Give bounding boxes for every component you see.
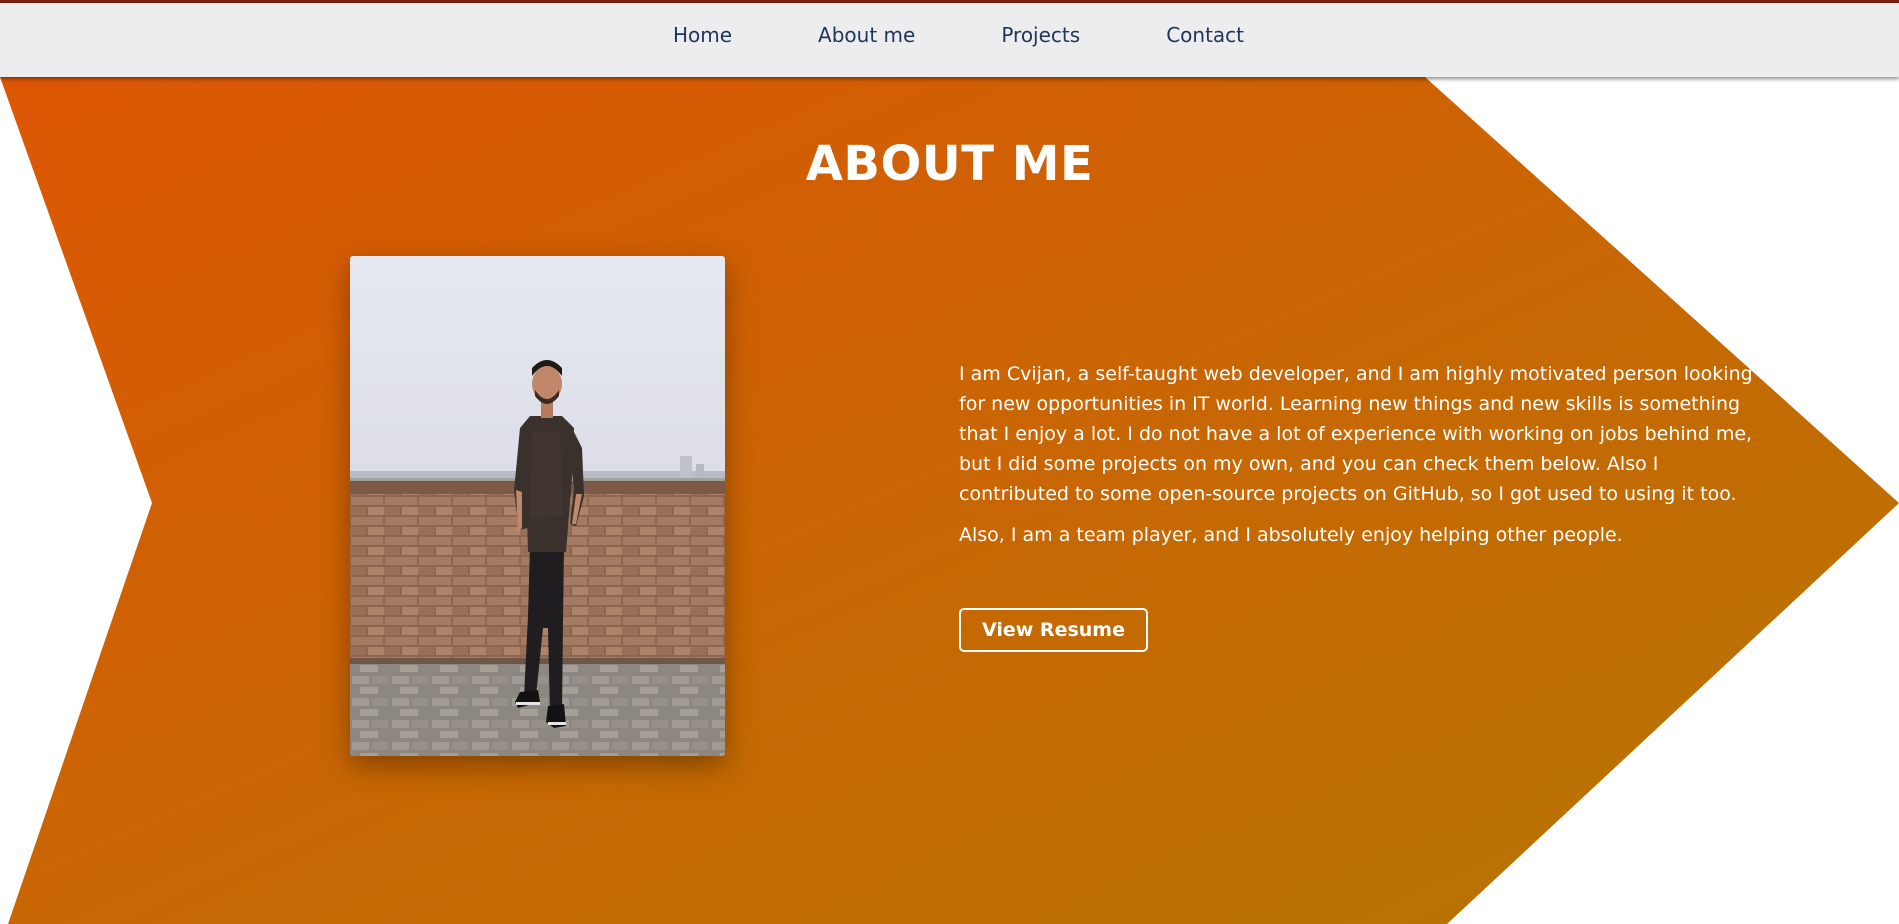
nav-link-projects[interactable]: Projects: [1001, 23, 1080, 47]
nav-link-home[interactable]: Home: [673, 23, 732, 47]
profile-photo-illustration: [350, 256, 725, 756]
page: Home About me Projects Contact ABOUT ME: [0, 0, 1899, 924]
navbar: Home About me Projects Contact: [0, 0, 1899, 77]
bio-text: I am Cvijan, a self-taught web developer…: [959, 359, 1759, 561]
nav-link-contact[interactable]: Contact: [1166, 23, 1244, 47]
profile-photo: [350, 256, 725, 756]
about-title: ABOUT ME: [805, 136, 1094, 192]
view-resume-button[interactable]: View Resume: [959, 608, 1148, 652]
bio-paragraph: I am Cvijan, a self-taught web developer…: [959, 363, 1753, 505]
bio-paragraph: Also, I am a team player, and I absolute…: [959, 524, 1623, 546]
nav-list: Home About me Projects Contact: [0, 3, 1899, 77]
nav-link-about-me[interactable]: About me: [818, 23, 915, 47]
